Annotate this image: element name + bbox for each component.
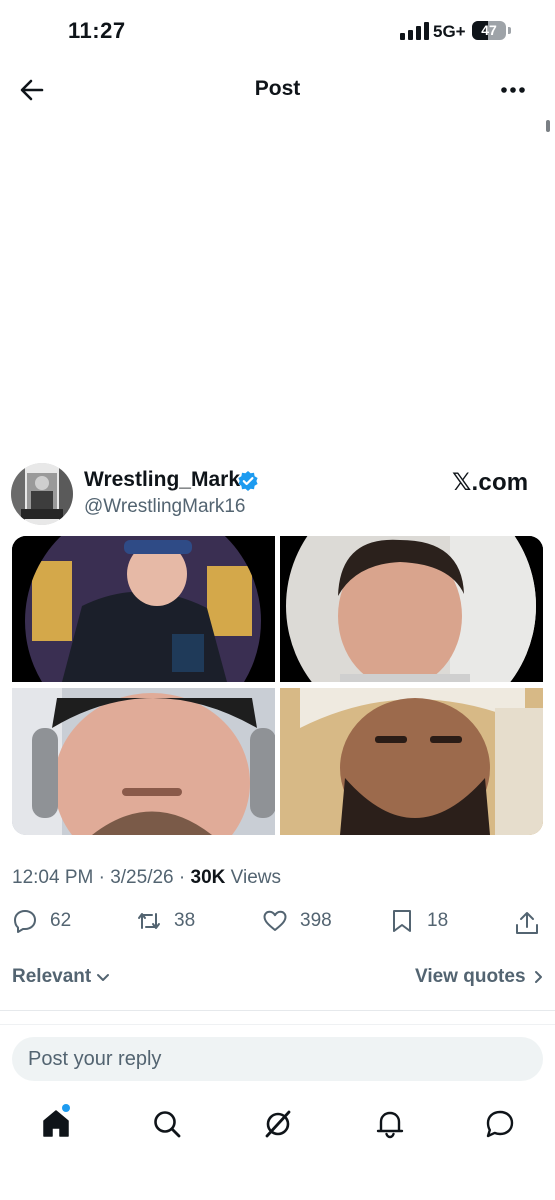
- more-options-button[interactable]: [498, 78, 528, 102]
- post-timestamp-views: 12:04 PM · 3/25/26 · 30K Views: [12, 867, 281, 889]
- media-grid: [12, 536, 543, 835]
- avatar-image: [11, 463, 73, 525]
- media-photo-3[interactable]: [12, 688, 275, 835]
- bookmark-icon: [393, 910, 411, 932]
- media-photo-4[interactable]: [280, 688, 543, 835]
- divider: [0, 1010, 555, 1011]
- views-label: Views: [225, 867, 281, 888]
- sort-replies-dropdown[interactable]: Relevant: [12, 966, 110, 988]
- battery-icon: 47: [472, 21, 506, 40]
- battery-level: 47: [481, 22, 497, 38]
- messages-icon: [486, 1110, 514, 1138]
- status-time: 11:27: [68, 18, 126, 43]
- grok-icon: [265, 1110, 291, 1138]
- author-handle[interactable]: @WrestlingMark16: [84, 496, 245, 518]
- heart-icon: [263, 910, 287, 931]
- share-button[interactable]: [514, 910, 540, 936]
- tab-messages[interactable]: [483, 1107, 517, 1141]
- network-type: 5G+: [433, 22, 466, 41]
- reply-button[interactable]: 62: [12, 908, 71, 934]
- view-quotes-link[interactable]: View quotes: [415, 966, 545, 988]
- search-icon: [154, 1111, 181, 1138]
- notifications-icon: [376, 1111, 404, 1139]
- bookmark-count: 18: [427, 910, 449, 931]
- bookmark-button[interactable]: 18: [389, 908, 448, 934]
- reply-count: 62: [50, 910, 72, 931]
- tab-home[interactable]: [39, 1107, 73, 1141]
- avatar[interactable]: [11, 463, 73, 525]
- chevron-right-icon: [534, 970, 542, 983]
- sort-label: Relevant: [12, 966, 92, 987]
- share-icon: [516, 912, 538, 934]
- reply-input[interactable]: [12, 1037, 543, 1081]
- tab-grok[interactable]: [261, 1107, 295, 1141]
- ellipsis-icon: [501, 87, 525, 93]
- media-photo-1[interactable]: [12, 536, 275, 682]
- scroll-indicator[interactable]: [546, 120, 550, 132]
- repost-button[interactable]: 38: [136, 908, 195, 934]
- author-display-name[interactable]: Wrestling_Mark: [84, 468, 240, 492]
- media-photo-2[interactable]: [280, 536, 543, 682]
- chevron-down-icon: [97, 973, 110, 981]
- tab-notifications[interactable]: [373, 1107, 407, 1141]
- like-count: 398: [300, 910, 332, 931]
- repost-icon: [138, 913, 160, 929]
- like-button[interactable]: 398: [262, 908, 332, 934]
- view-quotes-label: View quotes: [415, 966, 526, 987]
- divider: [0, 1024, 555, 1025]
- x-brand-logo: 𝕏.com: [452, 469, 529, 496]
- repost-count: 38: [174, 910, 196, 931]
- battery-tip: [508, 27, 511, 34]
- reply-icon: [14, 910, 36, 933]
- signal-icon: [400, 22, 429, 40]
- post-timestamp: 12:04 PM · 3/25/26 ·: [12, 867, 191, 888]
- verified-badge-icon: [237, 470, 259, 492]
- notification-dot: [62, 1104, 70, 1112]
- views-count[interactable]: 30K: [191, 867, 226, 888]
- reply-box: [12, 1037, 543, 1081]
- home-icon: [43, 1110, 69, 1137]
- tab-search[interactable]: [150, 1107, 184, 1141]
- page-title: Post: [254, 77, 301, 100]
